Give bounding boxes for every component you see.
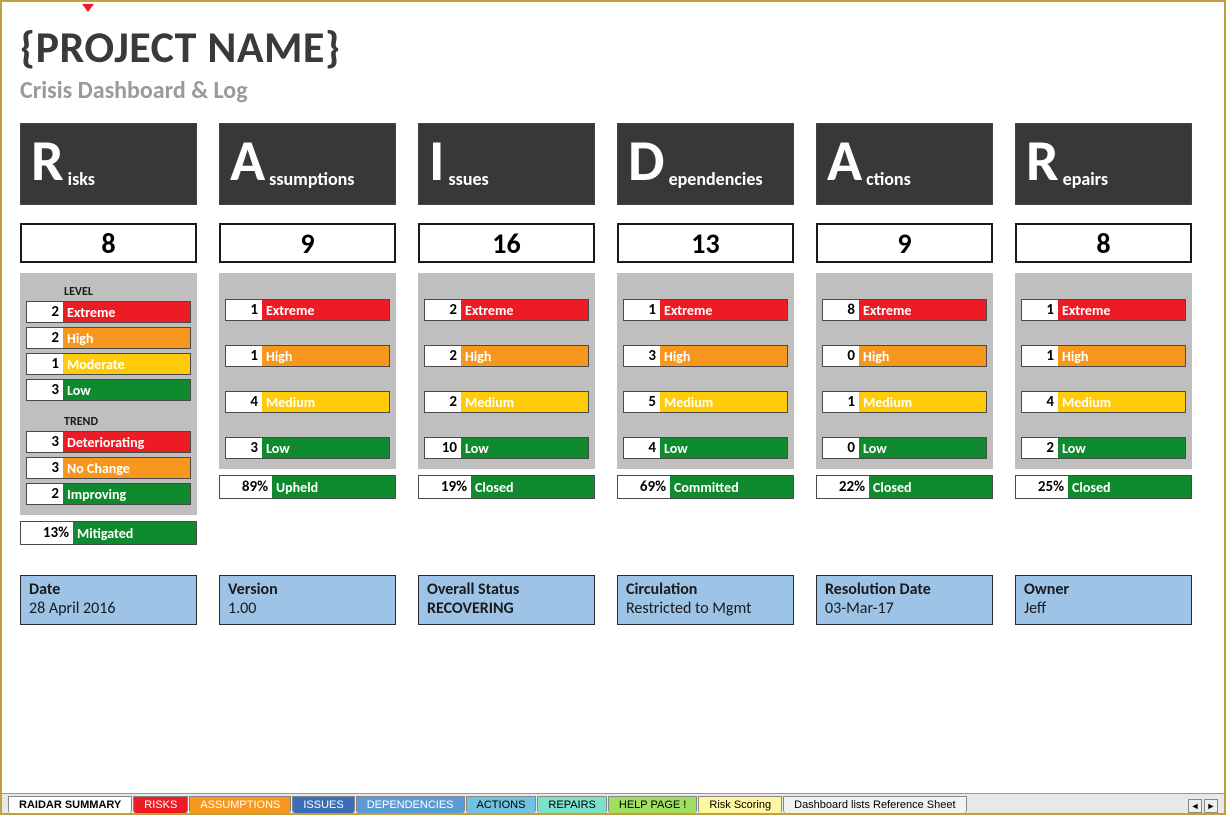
repairs-pad: 1Extreme 1High 4Medium 2Low — [1015, 273, 1192, 469]
level-row: 1Moderate — [26, 353, 191, 375]
scroll-right-icon[interactable]: ► — [1204, 799, 1218, 813]
issues-pad: 2Extreme 2High 2Medium 10Low — [418, 273, 595, 469]
info-status: Overall StatusRECOVERING — [418, 575, 595, 625]
level-row: 1High — [1021, 345, 1186, 367]
actions-pad: 8Extreme 0High 1Medium 0Low — [816, 273, 993, 469]
info-version: Version1.00 — [219, 575, 396, 625]
level-row: 3Low — [26, 379, 191, 401]
level-row: 0Low — [822, 437, 987, 459]
tab-assumptions[interactable]: ASSUMPTIONS — [189, 796, 291, 813]
level-row: 3Low — [225, 437, 390, 459]
sheet-tabs: RAIDAR SUMMARY RISKS ASSUMPTIONS ISSUES … — [2, 793, 1224, 813]
trend-label: TREND — [26, 415, 191, 429]
tab-raidar-summary[interactable]: RAIDAR SUMMARY — [8, 796, 132, 813]
tab-repairs[interactable]: REPAIRS — [537, 796, 606, 813]
level-row: 4Medium — [1021, 391, 1186, 413]
word: isks — [68, 168, 95, 190]
info-circulation: CirculationRestricted to Mgmt — [617, 575, 794, 625]
assumptions-pad: 1Extreme 1High 4Medium 3Low — [219, 273, 396, 469]
count-issues: 16 — [418, 223, 595, 263]
level-row: 2Extreme — [424, 299, 589, 321]
columns-container: R isks 8 LEVEL 2Extreme 2High 1Moderate … — [20, 123, 1206, 545]
status-risks: 13%Mitigated — [20, 521, 197, 545]
header-repairs: Repairs — [1015, 123, 1192, 205]
count-assumptions: 9 — [219, 223, 396, 263]
tab-actions[interactable]: ACTIONS — [466, 796, 537, 813]
col-repairs: Repairs 8 1Extreme 1High 4Medium 2Low 25… — [1015, 123, 1192, 545]
level-row: 2Low — [1021, 437, 1186, 459]
level-row: 4Medium — [225, 391, 390, 413]
level-row: 1Medium — [822, 391, 987, 413]
level-row: 3High — [623, 345, 788, 367]
trend-row: 2Improving — [26, 483, 191, 505]
level-label: LEVEL — [26, 285, 191, 299]
level-row: 1Extreme — [623, 299, 788, 321]
tab-issues[interactable]: ISSUES — [292, 796, 354, 813]
letter: R — [31, 132, 64, 190]
dependencies-pad: 1Extreme 3High 5Medium 4Low — [617, 273, 794, 469]
dashboard-sheet: {PROJECT NAME} Crisis Dashboard & Log R … — [2, 2, 1224, 625]
trend-row: 3No Change — [26, 457, 191, 479]
status-assumptions: 89%Upheld — [219, 475, 396, 499]
level-row: 4Low — [623, 437, 788, 459]
header-risks: R isks — [20, 123, 197, 205]
header-dependencies: Dependencies — [617, 123, 794, 205]
header-issues: Issues — [418, 123, 595, 205]
col-actions: Actions 9 8Extreme 0High 1Medium 0Low 22… — [816, 123, 993, 545]
status-issues: 19%Closed — [418, 475, 595, 499]
info-date: Date28 April 2016 — [20, 575, 197, 625]
level-row: 1Extreme — [225, 299, 390, 321]
count-repairs: 8 — [1015, 223, 1192, 263]
col-risks: R isks 8 LEVEL 2Extreme 2High 1Moderate … — [20, 123, 197, 545]
header-actions: Actions — [816, 123, 993, 205]
comment-indicator-icon — [82, 4, 94, 12]
tab-dependencies[interactable]: DEPENDENCIES — [356, 796, 465, 813]
level-row: 10Low — [424, 437, 589, 459]
col-dependencies: Dependencies 13 1Extreme 3High 5Medium 4… — [617, 123, 794, 545]
tab-scroll-controls: ◄ ► — [1182, 799, 1224, 813]
info-owner: OwnerJeff — [1015, 575, 1192, 625]
risks-pad: LEVEL 2Extreme 2High 1Moderate 3Low TREN… — [20, 273, 197, 515]
tab-help[interactable]: HELP PAGE ! — [608, 796, 697, 813]
info-resolution: Resolution Date03-Mar-17 — [816, 575, 993, 625]
status-dependencies: 69%Committed — [617, 475, 794, 499]
level-row: 2High — [424, 345, 589, 367]
status-repairs: 25%Closed — [1015, 475, 1192, 499]
header-assumptions: Assumptions — [219, 123, 396, 205]
status-actions: 22%Closed — [816, 475, 993, 499]
col-assumptions: Assumptions 9 1Extreme 1High 4Medium 3Lo… — [219, 123, 396, 545]
scroll-left-icon[interactable]: ◄ — [1188, 799, 1202, 813]
tab-risks[interactable]: RISKS — [133, 796, 188, 813]
level-row: 5Medium — [623, 391, 788, 413]
level-row: 2High — [26, 327, 191, 349]
level-row: 0High — [822, 345, 987, 367]
level-row: 2Medium — [424, 391, 589, 413]
page-title: {PROJECT NAME} — [20, 20, 1206, 74]
col-issues: Issues 16 2Extreme 2High 2Medium 10Low 1… — [418, 123, 595, 545]
level-row: 2Extreme — [26, 301, 191, 323]
level-row: 1High — [225, 345, 390, 367]
trend-row: 3Deteriorating — [26, 431, 191, 453]
info-row: Date28 April 2016 Version1.00 Overall St… — [20, 575, 1206, 625]
level-row: 8Extreme — [822, 299, 987, 321]
tab-risk-scoring[interactable]: Risk Scoring — [698, 796, 782, 813]
count-risks: 8 — [20, 223, 197, 263]
count-actions: 9 — [816, 223, 993, 263]
page-subtitle: Crisis Dashboard & Log — [20, 76, 1206, 105]
level-row: 1Extreme — [1021, 299, 1186, 321]
tab-dashboard-lists[interactable]: Dashboard lists Reference Sheet — [783, 796, 966, 813]
count-dependencies: 13 — [617, 223, 794, 263]
